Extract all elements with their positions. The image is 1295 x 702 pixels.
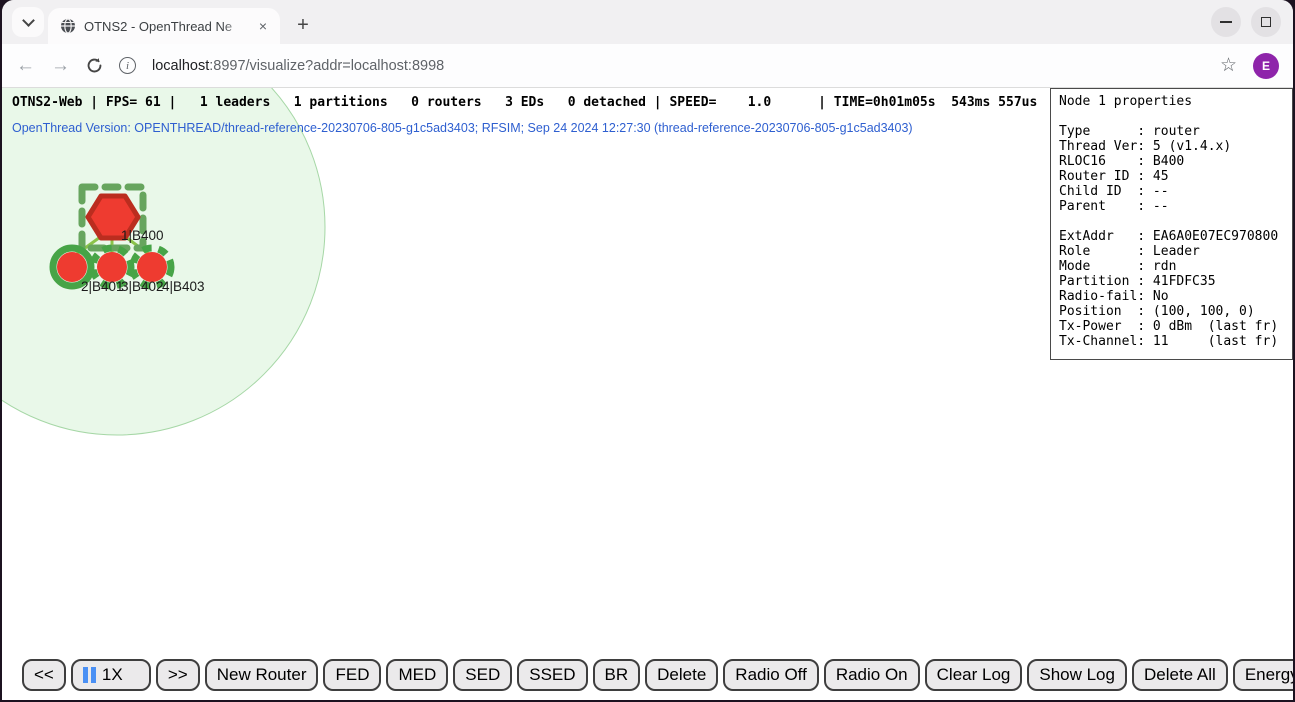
browser-window: OTNS2 - OpenThread Ne × + ← → i localhos…	[2, 0, 1293, 700]
radio-on-button[interactable]: Radio On	[824, 659, 920, 691]
clear-log-button[interactable]: Clear Log	[925, 659, 1023, 691]
url-bar[interactable]: localhost:8997/visualize?addr=localhost:…	[152, 58, 444, 74]
openthread-version-link[interactable]: OpenThread Version: OPENTHREAD/thread-re…	[12, 121, 913, 135]
back-icon[interactable]: ←	[16, 56, 35, 75]
speed-label: 1X	[102, 665, 123, 685]
minimize-button[interactable]	[1211, 7, 1241, 37]
minimize-icon	[1220, 21, 1232, 23]
chevron-down-icon	[22, 14, 35, 27]
delete-all-button[interactable]: Delete All	[1132, 659, 1228, 691]
profile-avatar[interactable]: E	[1253, 53, 1279, 79]
properties-panel-body: Type : router Thread Ver: 5 (v1.4.x) RLO…	[1059, 109, 1284, 349]
properties-panel-title: Node 1 properties	[1059, 94, 1284, 109]
tab-otns2[interactable]: OTNS2 - OpenThread Ne ×	[48, 8, 280, 44]
new-tab-button[interactable]: +	[288, 10, 318, 40]
delete-button[interactable]: Delete	[645, 659, 718, 691]
med-button[interactable]: MED	[386, 659, 448, 691]
navigation-bar: ← → i localhost:8997/visualize?addr=loca…	[2, 44, 1293, 88]
pause-icon	[83, 667, 96, 683]
tab-close-icon[interactable]: ×	[254, 17, 272, 35]
node-4-circle[interactable]	[137, 252, 167, 282]
sed-button[interactable]: SED	[453, 659, 512, 691]
node-4-label: 4|B403	[162, 279, 205, 294]
reload-icon[interactable]	[86, 57, 103, 74]
maximize-button[interactable]	[1251, 7, 1281, 37]
node-3-circle[interactable]	[97, 252, 127, 282]
fed-button[interactable]: FED	[323, 659, 381, 691]
radio-off-button[interactable]: Radio Off	[723, 659, 819, 691]
window-controls	[1211, 7, 1281, 37]
node-3-label: 3|B402	[121, 279, 164, 294]
node-1-label: 1|B400	[121, 228, 164, 243]
new-router-button[interactable]: New Router	[205, 659, 319, 691]
ssed-button[interactable]: SSED	[517, 659, 587, 691]
node-2-label: 2|B401	[81, 279, 124, 294]
bookmark-star-icon[interactable]: ☆	[1220, 54, 1237, 77]
site-info-icon[interactable]: i	[119, 57, 136, 74]
simulation-status-line: OTNS2-Web | FPS= 61 | 1 leaders 1 partit…	[12, 95, 1037, 110]
rewind-button[interactable]: <<	[22, 659, 66, 691]
node-properties-panel: Node 1 properties Type : router Thread V…	[1050, 88, 1293, 360]
otns-visualizer-page: 1|B400 2|B401 3|B402 4|B403 OTNS2-Web | …	[2, 88, 1293, 700]
tab-search-button[interactable]	[12, 7, 44, 37]
globe-favicon-icon	[60, 18, 76, 34]
tab-title: OTNS2 - OpenThread Ne	[84, 19, 246, 34]
speed-button[interactable]: 1X	[71, 659, 151, 691]
tab-strip: OTNS2 - OpenThread Ne × +	[2, 0, 1293, 44]
show-log-button[interactable]: Show Log	[1027, 659, 1127, 691]
node-2-circle[interactable]	[57, 252, 87, 282]
energy-stats-button[interactable]: Energy-stats ↗	[1233, 659, 1293, 691]
url-path: :8997/visualize?addr=localhost:8998	[209, 58, 444, 74]
fast-forward-button[interactable]: >>	[156, 659, 200, 691]
url-host: localhost	[152, 58, 209, 74]
forward-icon[interactable]: →	[51, 56, 70, 75]
br-button[interactable]: BR	[593, 659, 641, 691]
maximize-icon	[1261, 17, 1271, 27]
simulation-toolbar: << 1X >> New Router FED MED SED SSED BR …	[22, 659, 1293, 691]
